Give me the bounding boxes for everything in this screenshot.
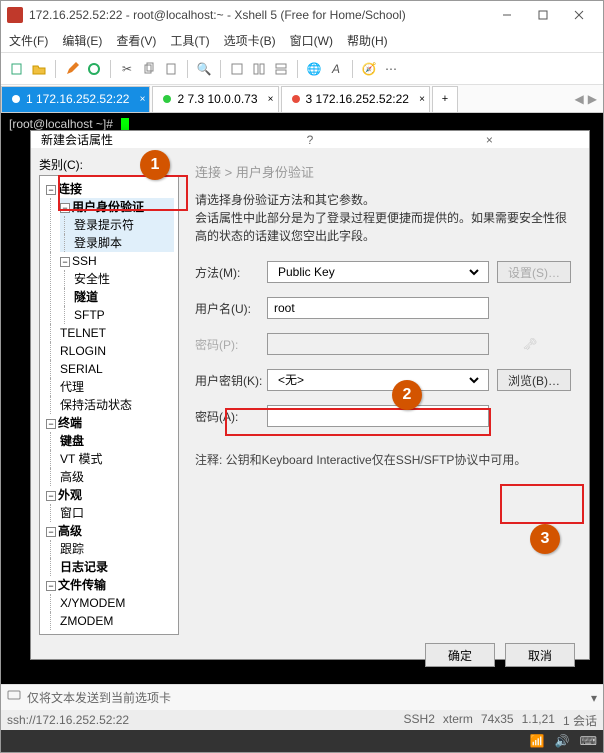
- maximize-button[interactable]: [525, 2, 561, 28]
- minimize-button[interactable]: [489, 2, 525, 28]
- titlebar: 172.16.252.52:22 - root@localhost:~ - Xs…: [1, 1, 603, 29]
- close-button[interactable]: ×: [400, 133, 579, 147]
- open-icon[interactable]: [29, 59, 49, 79]
- input-hint[interactable]: 仅将文本发送到当前选项卡: [27, 689, 171, 706]
- more-icon[interactable]: ⋯: [381, 59, 401, 79]
- passphrase-label: 密码(A):: [195, 408, 267, 425]
- passphrase-input[interactable]: [267, 405, 489, 427]
- tray-icon: 🔊: [555, 734, 570, 748]
- tabbar: 1 172.16.252.52:22 × 2 7.3 10.0.0.73 × 3…: [1, 85, 603, 113]
- globe-icon[interactable]: 🌐: [304, 59, 324, 79]
- ok-button[interactable]: 确定: [425, 643, 495, 667]
- menu-window[interactable]: 窗口(W): [290, 32, 333, 49]
- toolbar: ✂ 🔍 🌐 A 🧭 ⋯: [1, 53, 603, 85]
- close-button[interactable]: [561, 2, 597, 28]
- tab-label: 1 172.16.252.52:22: [26, 92, 129, 106]
- window-title: 172.16.252.52:22 - root@localhost:~ - Xs…: [29, 8, 489, 22]
- method-label: 方法(M):: [195, 264, 267, 281]
- search-icon[interactable]: 🔍: [194, 59, 214, 79]
- browse-button[interactable]: 浏览(B)…: [497, 369, 571, 391]
- tab-prev-icon[interactable]: ◀: [575, 92, 584, 106]
- tab-close-icon[interactable]: ×: [419, 94, 425, 105]
- password-input: [267, 333, 489, 355]
- tab-3[interactable]: 3 172.16.252.52:22 ×: [281, 86, 430, 112]
- method-select[interactable]: Public Key: [267, 261, 489, 283]
- tab-close-icon[interactable]: ×: [140, 94, 146, 105]
- username-label: 用户名(U):: [195, 300, 267, 317]
- font-icon[interactable]: A: [326, 59, 346, 79]
- status-dot-icon: [292, 95, 300, 103]
- pencil-icon[interactable]: [62, 59, 82, 79]
- menu-edit[interactable]: 编辑(E): [62, 32, 102, 49]
- dropdown-icon[interactable]: ▾: [591, 691, 597, 705]
- breadcrumb: 连接 > 用户身份验证: [195, 162, 571, 181]
- tab-close-icon[interactable]: ×: [268, 94, 274, 105]
- username-input[interactable]: [267, 297, 489, 319]
- status-url: ssh://172.16.252.52:22: [7, 713, 129, 727]
- menu-file[interactable]: 文件(F): [9, 32, 48, 49]
- refresh-icon[interactable]: [84, 59, 104, 79]
- copy-icon[interactable]: [139, 59, 159, 79]
- menu-tabs[interactable]: 选项卡(B): [224, 32, 276, 49]
- chat-icon: [7, 689, 21, 706]
- layout2-icon[interactable]: [249, 59, 269, 79]
- help-button[interactable]: ?: [220, 133, 399, 147]
- app-icon: [7, 7, 23, 23]
- layout3-icon[interactable]: [271, 59, 291, 79]
- layout1-icon[interactable]: [227, 59, 247, 79]
- status-dot-icon: [163, 95, 171, 103]
- tray-icon: ⌨: [580, 734, 597, 748]
- step-callout-2: 2: [392, 380, 422, 410]
- key-icon: 🗝: [489, 337, 571, 351]
- step-callout-1: 1: [140, 150, 170, 180]
- dialog-title: 新建会话属性: [41, 131, 220, 148]
- desc-line: 请选择身份验证方法和其它参数。: [195, 191, 571, 209]
- tab-label: 3 172.16.252.52:22: [306, 92, 409, 106]
- session-properties-dialog: 新建会话属性 ? × 类别(C): −连接 −用户身份验证 登录提示符 登录脚本: [30, 130, 590, 660]
- statusbar-top: ssh://172.16.252.52:22 SSH2 xterm 74x35 …: [1, 710, 603, 730]
- tab-add[interactable]: +: [432, 86, 458, 112]
- input-bar: 仅将文本发送到当前选项卡 ▾: [1, 684, 603, 710]
- menubar: 文件(F) 编辑(E) 查看(V) 工具(T) 选项卡(B) 窗口(W) 帮助(…: [1, 29, 603, 53]
- menu-tools[interactable]: 工具(T): [170, 32, 209, 49]
- userkey-label: 用户密钥(K):: [195, 372, 267, 389]
- tab-1[interactable]: 1 172.16.252.52:22 ×: [1, 86, 150, 112]
- category-tree[interactable]: −连接 −用户身份验证 登录提示符 登录脚本 −SSH 安全性隧道SFTP: [39, 175, 179, 635]
- tab-next-icon[interactable]: ▶: [588, 92, 597, 106]
- cancel-button[interactable]: 取消: [505, 643, 575, 667]
- cut-icon[interactable]: ✂: [117, 59, 137, 79]
- tab-2[interactable]: 2 7.3 10.0.0.73 ×: [152, 86, 278, 112]
- desc-line: 会话属性中此部分是为了登录过程更便捷而提供的。如果需要安全性很高的状态的话建议您…: [195, 209, 571, 245]
- settings-button: 设置(S)…: [497, 261, 571, 283]
- userkey-select[interactable]: <无>: [267, 369, 489, 391]
- paste-icon[interactable]: [161, 59, 181, 79]
- statusbar-bottom: 📶 🔊 ⌨: [1, 730, 603, 752]
- menu-view[interactable]: 查看(V): [116, 32, 156, 49]
- password-label: 密码(P):: [195, 336, 267, 353]
- menu-help[interactable]: 帮助(H): [347, 32, 388, 49]
- step-callout-3: 3: [530, 524, 560, 554]
- xshell-icon[interactable]: 🧭: [359, 59, 379, 79]
- new-icon[interactable]: [7, 59, 27, 79]
- tray-icon: 📶: [530, 734, 545, 748]
- note-text: 注释: 公钥和Keyboard Interactive仅在SSH/SFTP协议中…: [195, 451, 571, 468]
- right-pane: 连接 > 用户身份验证 请选择身份验证方法和其它参数。 会话属性中此部分是为了登…: [189, 156, 581, 635]
- terminal-prompt: [root@localhost ~]#: [9, 117, 113, 131]
- tab-label: 2 7.3 10.0.0.73: [177, 92, 257, 106]
- dialog-titlebar: 新建会话属性 ? ×: [31, 131, 589, 148]
